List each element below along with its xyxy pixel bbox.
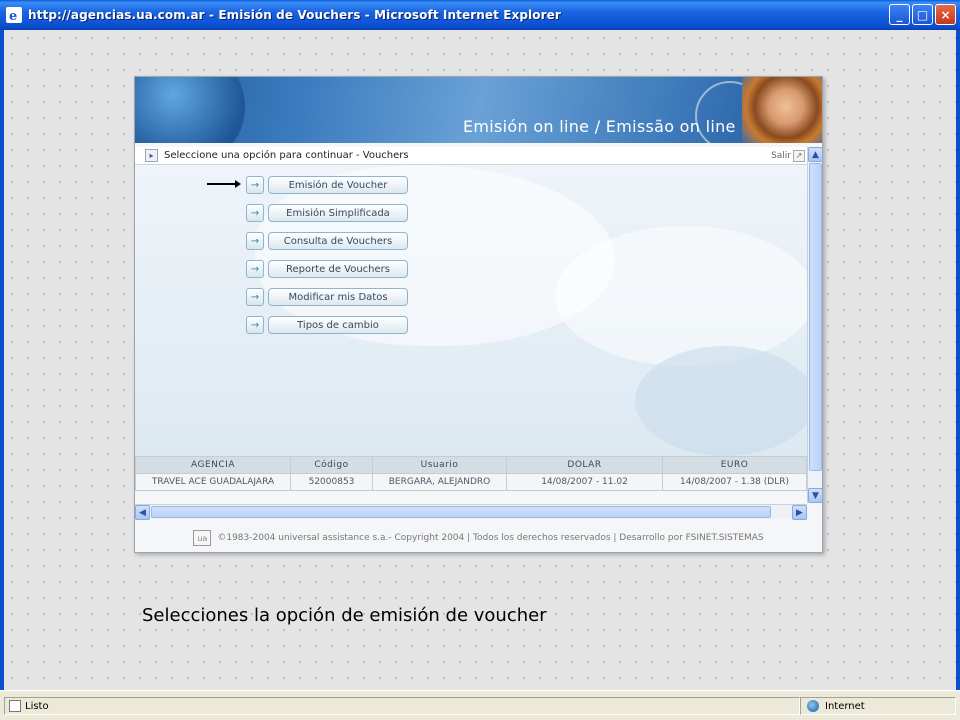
header-banner: Emisión on line / Emissão on line bbox=[135, 77, 822, 143]
emision-simplificada-button[interactable]: Emisión Simplificada bbox=[268, 204, 408, 222]
table-header: Código bbox=[290, 456, 373, 474]
globe-graphic bbox=[135, 77, 245, 143]
agency-info-table: AGENCIA Código Usuario DOLAR EURO TRAVEL… bbox=[135, 456, 807, 491]
operator-photo bbox=[742, 77, 822, 143]
minimize-button[interactable]: _ bbox=[889, 4, 910, 25]
go-arrow-icon[interactable]: → bbox=[246, 232, 264, 250]
zone-text: Internet bbox=[825, 700, 865, 712]
scroll-up-icon[interactable]: ▲ bbox=[808, 147, 823, 162]
page-icon bbox=[9, 700, 21, 712]
scroll-thumb[interactable] bbox=[809, 163, 822, 471]
world-map-background bbox=[135, 166, 807, 456]
scroll-left-icon[interactable]: ◀ bbox=[135, 505, 150, 520]
maximize-button[interactable]: □ bbox=[912, 4, 933, 25]
nav-arrow-icon: ▸ bbox=[145, 149, 158, 162]
status-section-main: Listo bbox=[4, 697, 800, 715]
copyright-text: ©1983-2004 universal assistance s.a.- Co… bbox=[217, 533, 764, 543]
menu-item-consulta-vouchers[interactable]: → Consulta de Vouchers bbox=[246, 231, 408, 251]
banner-title: Emisión on line / Emissão on line bbox=[463, 117, 736, 136]
table-cell: 14/08/2007 - 11.02 bbox=[506, 473, 663, 491]
pointer-arrow-icon bbox=[207, 180, 241, 188]
table-cell: 14/08/2007 - 1.38 (DLR) bbox=[662, 473, 807, 491]
table-cell: 52000853 bbox=[290, 473, 373, 491]
go-arrow-icon[interactable]: → bbox=[246, 176, 264, 194]
menu-item-modificar-datos[interactable]: → Modificar mis Datos bbox=[246, 287, 408, 307]
table-header-row: AGENCIA Código Usuario DOLAR EURO bbox=[135, 456, 807, 474]
table-cell: BERGARA, ALEJANDRO bbox=[372, 473, 507, 491]
copyright-footer: ua ©1983-2004 universal assistance s.a.-… bbox=[135, 523, 822, 553]
logout-icon[interactable]: ↗ bbox=[793, 149, 805, 162]
app-panel: Emisión on line / Emissão on line ▸ Sele… bbox=[134, 76, 823, 553]
window-title: http://agencias.ua.com.ar - Emisión de V… bbox=[28, 8, 561, 22]
table-header: Usuario bbox=[372, 456, 507, 474]
nav-bar: ▸ Seleccione una opción para continuar -… bbox=[135, 147, 807, 165]
menu-item-emision-voucher[interactable]: → Emisión de Voucher bbox=[246, 175, 408, 195]
emision-voucher-button[interactable]: Emisión de Voucher bbox=[268, 176, 408, 194]
options-menu: → Emisión de Voucher → Emisión Simplific… bbox=[246, 175, 408, 343]
go-arrow-icon[interactable]: → bbox=[246, 260, 264, 278]
table-cell: TRAVEL ACE GUADALAJARA bbox=[135, 473, 291, 491]
status-text: Listo bbox=[25, 700, 49, 712]
horizontal-scrollbar[interactable]: ◀ ▶ bbox=[135, 504, 807, 520]
nav-instruction: Seleccione una opción para continuar - V… bbox=[164, 150, 409, 161]
status-bar: Listo Internet bbox=[0, 690, 960, 720]
table-header: AGENCIA bbox=[135, 456, 291, 474]
status-section-zone: Internet bbox=[800, 697, 956, 715]
go-arrow-icon[interactable]: → bbox=[246, 316, 264, 334]
menu-item-tipos-cambio[interactable]: → Tipos de cambio bbox=[246, 315, 408, 335]
menu-item-reporte-vouchers[interactable]: → Reporte de Vouchers bbox=[246, 259, 408, 279]
logout-link[interactable]: Salir bbox=[771, 151, 791, 161]
table-header: EURO bbox=[662, 456, 807, 474]
modificar-datos-button[interactable]: Modificar mis Datos bbox=[268, 288, 408, 306]
scroll-right-icon[interactable]: ▶ bbox=[792, 505, 807, 520]
tipos-cambio-button[interactable]: Tipos de cambio bbox=[268, 316, 408, 334]
vertical-scrollbar[interactable]: ▲ ▼ bbox=[807, 147, 823, 503]
table-header: DOLAR bbox=[506, 456, 663, 474]
instruction-caption: Selecciones la opción de emisión de vouc… bbox=[142, 605, 547, 626]
menu-item-emision-simplificada[interactable]: → Emisión Simplificada bbox=[246, 203, 408, 223]
table-row: TRAVEL ACE GUADALAJARA 52000853 BERGARA,… bbox=[135, 473, 807, 491]
go-arrow-icon[interactable]: → bbox=[246, 204, 264, 222]
ua-logo-icon: ua bbox=[193, 530, 212, 546]
horizontal-scroll-thumb[interactable] bbox=[151, 506, 771, 518]
ie-logo-icon: e bbox=[6, 7, 22, 23]
consulta-vouchers-button[interactable]: Consulta de Vouchers bbox=[268, 232, 408, 250]
close-button[interactable]: × bbox=[935, 4, 956, 25]
reporte-vouchers-button[interactable]: Reporte de Vouchers bbox=[268, 260, 408, 278]
internet-globe-icon bbox=[807, 700, 819, 712]
svg-text:e: e bbox=[9, 9, 17, 23]
title-bar: e http://agencias.ua.com.ar - Emisión de… bbox=[0, 0, 960, 30]
go-arrow-icon[interactable]: → bbox=[246, 288, 264, 306]
scroll-down-icon[interactable]: ▼ bbox=[808, 488, 823, 503]
